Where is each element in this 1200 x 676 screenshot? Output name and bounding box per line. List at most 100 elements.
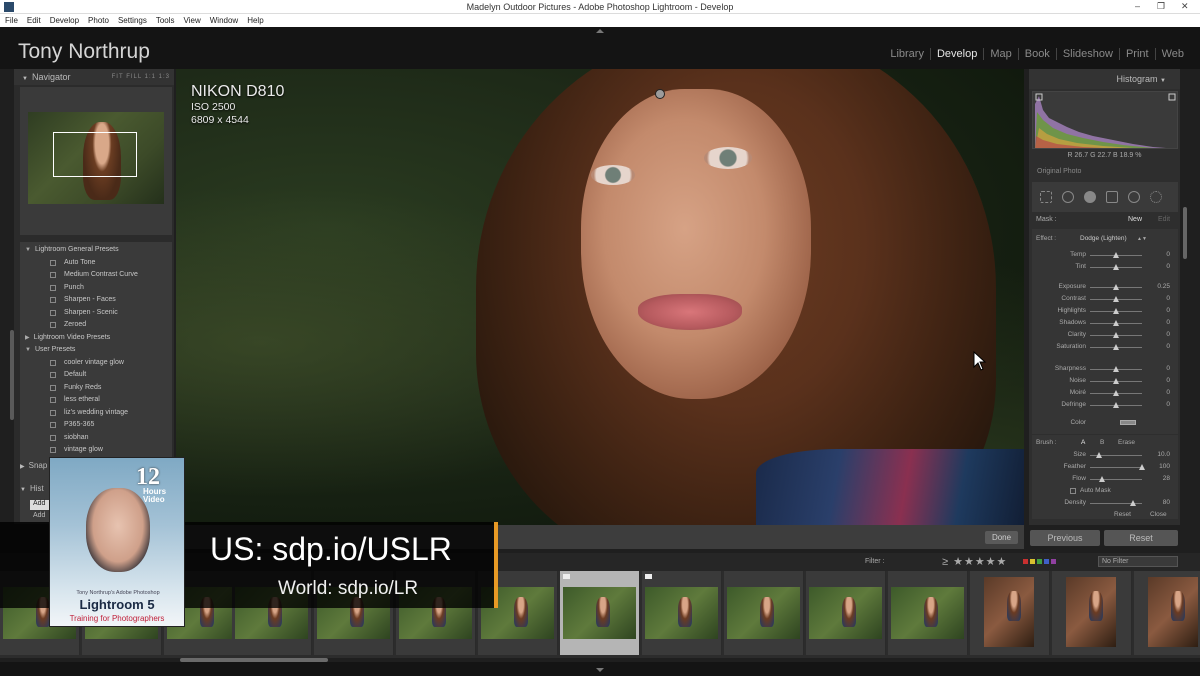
preset-item[interactable]: cooler vintage glow — [20, 357, 170, 369]
spot-removal-tool-icon[interactable] — [1062, 191, 1074, 203]
slider-value[interactable]: 0 — [1166, 341, 1170, 353]
filter-preset-dropdown[interactable]: No Filter — [1098, 556, 1178, 567]
slider-track[interactable] — [1090, 390, 1142, 396]
preset-item[interactable]: Auto Tone — [20, 257, 170, 269]
preset-item[interactable]: P365-365 — [20, 419, 170, 431]
preset-folder[interactable]: ▼ User Presets — [20, 344, 170, 356]
slider-value[interactable]: 0 — [1166, 387, 1170, 399]
module-library[interactable]: Library — [884, 48, 931, 60]
filmstrip-thumbnail[interactable] — [888, 571, 968, 655]
menu-photo[interactable]: Photo — [88, 16, 109, 25]
color-label-swatch[interactable] — [1037, 559, 1042, 564]
slider-value[interactable]: 0 — [1166, 293, 1170, 305]
navigator-header[interactable]: ▼ Navigator FIT FILL 1:1 1:3 — [14, 69, 174, 85]
slider-knob-icon[interactable] — [1113, 252, 1119, 258]
slider-knob-icon[interactable] — [1113, 296, 1119, 302]
menu-view[interactable]: View — [184, 16, 201, 25]
color-label-filter[interactable] — [1023, 559, 1058, 566]
preset-item[interactable]: Sharpen - Faces — [20, 294, 170, 306]
module-slideshow[interactable]: Slideshow — [1057, 48, 1120, 60]
slider-value[interactable]: 0 — [1166, 363, 1170, 375]
brush-slider-track[interactable] — [1090, 452, 1142, 458]
brush-slider-value[interactable]: 10.0 — [1157, 449, 1170, 461]
slider-row[interactable]: Temp 0 — [1032, 249, 1178, 261]
slider-value[interactable]: 0 — [1166, 249, 1170, 261]
menu-develop[interactable]: Develop — [50, 16, 79, 25]
slider-row[interactable]: Moiré 0 — [1032, 387, 1178, 399]
slider-knob-icon[interactable] — [1113, 284, 1119, 290]
slider-knob-icon[interactable] — [1113, 402, 1119, 408]
brush-slider-track[interactable] — [1090, 476, 1142, 482]
slider-value[interactable]: 0 — [1166, 317, 1170, 329]
auto-mask-checkbox[interactable] — [1070, 488, 1076, 494]
preset-item[interactable]: Default — [20, 369, 170, 381]
reset-button[interactable]: Reset — [1104, 530, 1178, 546]
slider-value[interactable]: 0 — [1166, 305, 1170, 317]
slider-knob-icon[interactable] — [1113, 366, 1119, 372]
slider-track[interactable] — [1090, 402, 1142, 408]
filmstrip-thumbnail[interactable] — [806, 571, 886, 655]
slider-track[interactable] — [1090, 378, 1142, 384]
density-row[interactable]: Density 80 — [1032, 497, 1178, 509]
slider-knob-icon[interactable] — [1113, 344, 1119, 350]
color-label-swatch[interactable] — [1023, 559, 1028, 564]
preset-item[interactable]: Punch — [20, 282, 170, 294]
flag-icon[interactable] — [563, 574, 570, 579]
history-header[interactable]: ▼ Hist — [20, 484, 44, 493]
done-button[interactable]: Done — [985, 531, 1018, 544]
promo-world-url[interactable]: World: sdp.io/LR — [278, 578, 418, 600]
snapshots-header[interactable]: ▶ Snap — [20, 461, 47, 470]
red-eye-tool-icon[interactable] — [1084, 191, 1096, 203]
slider-knob-icon[interactable] — [1113, 308, 1119, 314]
slider-track[interactable] — [1090, 252, 1142, 258]
slider-value[interactable]: 0 — [1166, 399, 1170, 411]
preset-item[interactable]: vintage glow — [20, 444, 170, 456]
module-develop[interactable]: Develop — [931, 48, 985, 60]
module-map[interactable]: Map — [984, 48, 1019, 60]
preset-item[interactable]: liz's wedding vintage — [20, 407, 170, 419]
color-swatch-icon[interactable] — [1120, 420, 1136, 425]
brush-slider-track[interactable] — [1090, 464, 1145, 470]
slider-row[interactable]: Exposure 0.25 — [1032, 281, 1178, 293]
slider-knob-icon[interactable] — [1113, 390, 1119, 396]
slider-row[interactable]: Contrast 0 — [1032, 293, 1178, 305]
slider-row[interactable]: Noise 0 — [1032, 375, 1178, 387]
slider-value[interactable]: 0 — [1166, 261, 1170, 273]
brush-slider-knob-icon[interactable] — [1096, 452, 1102, 458]
slider-track[interactable] — [1090, 344, 1142, 350]
filmstrip-thumbnail[interactable] — [560, 571, 640, 655]
brush-tab-erase[interactable]: Erase — [1118, 437, 1135, 449]
brush-slider-knob-icon[interactable] — [1139, 464, 1145, 470]
auto-mask-row[interactable]: Auto Mask — [1032, 485, 1178, 497]
slider-row[interactable]: Shadows 0 — [1032, 317, 1178, 329]
navigator-zoom-options[interactable]: FIT FILL 1:1 1:3 — [112, 69, 170, 85]
density-value[interactable]: 80 — [1163, 497, 1170, 509]
histogram-header[interactable]: Histogram ▼ — [1029, 69, 1180, 89]
slider-row[interactable]: Clarity 0 — [1032, 329, 1178, 341]
color-label-swatch[interactable] — [1051, 559, 1056, 564]
density-track[interactable] — [1090, 500, 1142, 506]
preset-item[interactable]: less etheral — [20, 394, 170, 406]
mask-edit-button[interactable]: Edit — [1158, 212, 1170, 228]
brush-tab-a[interactable]: A — [1081, 437, 1085, 449]
restore-icon[interactable]: ❐ — [1157, 1, 1165, 12]
previous-button[interactable]: Previous — [1030, 530, 1100, 546]
preset-folder[interactable]: ▶ Lightroom Video Presets — [20, 332, 170, 344]
module-print[interactable]: Print — [1120, 48, 1156, 60]
brush-slider-value[interactable]: 28 — [1163, 473, 1170, 485]
color-label-swatch[interactable] — [1044, 559, 1049, 564]
brush-close-button[interactable]: Close — [1150, 509, 1167, 521]
preset-item[interactable]: Zeroed — [20, 319, 170, 331]
module-book[interactable]: Book — [1019, 48, 1057, 60]
slider-knob-icon[interactable] — [1113, 320, 1119, 326]
crop-tool-icon[interactable] — [1040, 191, 1052, 203]
slider-knob-icon[interactable] — [1113, 332, 1119, 338]
menu-file[interactable]: File — [5, 16, 18, 25]
brush-slider-value[interactable]: 100 — [1159, 461, 1170, 473]
filmstrip-thumbnail[interactable] — [1052, 571, 1132, 655]
menu-settings[interactable]: Settings — [118, 16, 147, 25]
adjustment-brush-pin-icon[interactable] — [655, 89, 665, 99]
brush-tab-b[interactable]: B — [1100, 437, 1104, 449]
menu-edit[interactable]: Edit — [27, 16, 41, 25]
slider-row[interactable]: Saturation 0 — [1032, 341, 1178, 353]
